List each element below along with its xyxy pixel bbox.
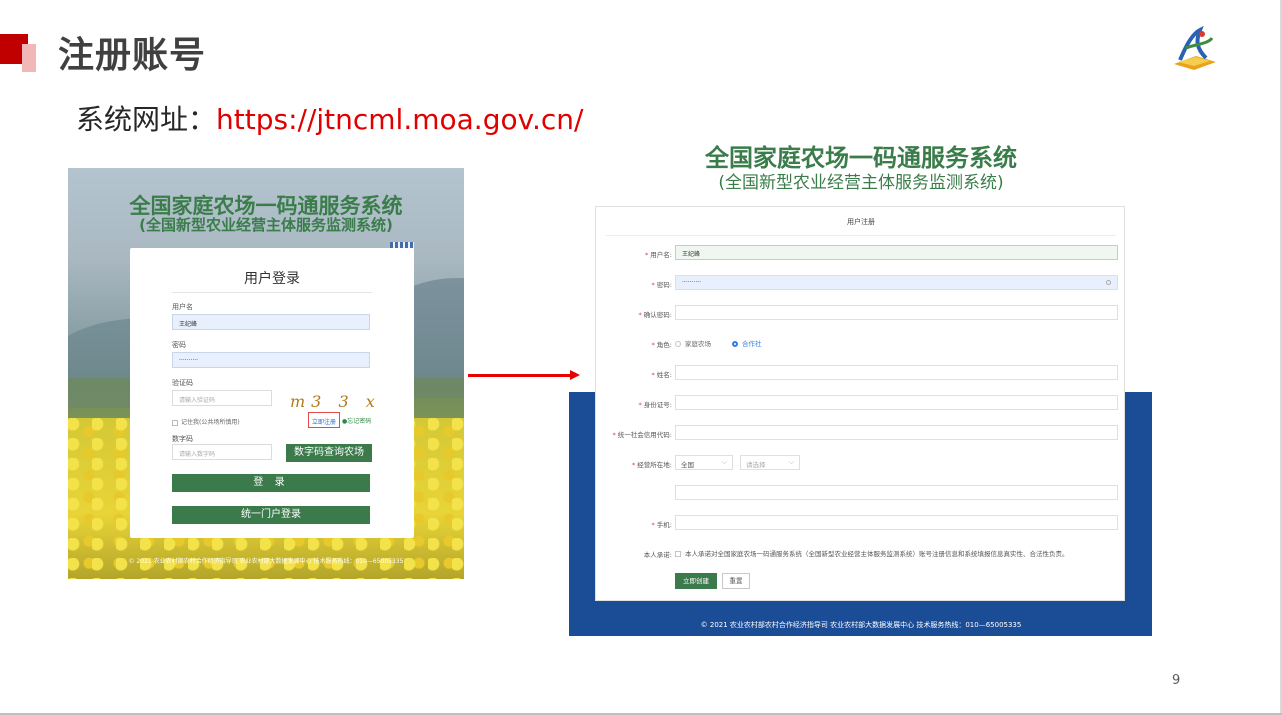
register-footer: © 2021 农业农村部农村合作经济指导司 农业农村部大数据发展中心 技术服务热…	[700, 621, 1022, 629]
location-country-select[interactable]: 全国 ⌵	[675, 455, 733, 470]
login-card-title: 用户登录	[244, 271, 300, 287]
radio-selected-icon	[732, 341, 738, 347]
captcha-label: 验证码	[172, 379, 193, 387]
register-system-subtitle: (全国新型农业经营主体服务监测系统)	[718, 173, 1004, 193]
location-region-select[interactable]: 请选择 ⌵	[740, 455, 800, 470]
register-card: 用户注册 * 用户名: 王纪峰 * 密码: ·········· * 确认密码: * 角…	[595, 206, 1125, 601]
register-card-divider	[606, 235, 1116, 236]
role-radio-cooperative[interactable]: 合作社	[732, 338, 762, 348]
remember-me-checkbox[interactable]: 记住我(公共场所慎用)	[172, 417, 240, 426]
captcha-image[interactable]: m3 3 x	[290, 392, 381, 411]
checkbox-icon	[172, 419, 178, 426]
reg-confirm-input[interactable]	[675, 305, 1118, 320]
reg-phone-label: * 手机:	[651, 521, 672, 529]
title-accent-shadow	[22, 44, 36, 72]
digit-code-input[interactable]: 请输入数字码	[172, 444, 272, 460]
arrow-head-icon	[570, 370, 580, 380]
system-url-line: 系统网址：https://jtncml.moa.gov.cn/	[76, 98, 583, 138]
reg-role-label: * 角色:	[651, 341, 672, 349]
username-input[interactable]: 王纪峰	[172, 314, 370, 330]
reg-username-input[interactable]: 王纪峰	[675, 245, 1118, 260]
reg-location-label: * 经营所在地:	[632, 461, 672, 469]
username-label: 用户名	[172, 303, 193, 311]
right-arrow-icon	[468, 374, 572, 377]
password-input[interactable]: ··········	[172, 352, 370, 368]
login-card-divider	[172, 292, 372, 293]
forgot-password-link[interactable]: ●忘记密码	[342, 416, 371, 425]
reg-id-label: * 身份证号:	[638, 401, 672, 409]
remember-me-label: 记住我(公共场所慎用)	[181, 419, 240, 426]
chevron-down-icon: ⌵	[721, 458, 727, 466]
reg-password-input[interactable]: ··········	[675, 275, 1118, 290]
system-url[interactable]: https://jtncml.moa.gov.cn/	[216, 103, 583, 136]
reg-address-input[interactable]	[675, 485, 1118, 500]
reg-password-label: * 密码:	[651, 281, 672, 289]
reg-credit-code-label: * 统一社会信用代码:	[612, 431, 672, 439]
login-screenshot: 全国家庭农场一码通服务系统 (全国新型农业经营主体服务监测系统) 用户登录 用户…	[68, 168, 464, 579]
register-link[interactable]: 立即注册	[308, 412, 340, 428]
reg-commit-label: 本人承诺:	[643, 551, 672, 559]
reg-username-label: * 用户名:	[645, 251, 672, 259]
register-card-title: 用户注册	[847, 218, 875, 226]
login-footer: © 2021 农业农村部农村合作经济指导司 农业农村部大数据发展中心 技术服务热…	[128, 558, 404, 565]
portal-login-button[interactable]: 统一门户登录	[172, 506, 370, 524]
digit-code-label: 数字码	[172, 435, 193, 443]
login-system-subtitle: (全国新型农业经营主体服务监测系统)	[139, 216, 393, 234]
ministry-logo-icon	[1174, 26, 1216, 70]
captcha-input[interactable]: 请输入验证码	[172, 390, 272, 406]
page-number: 9	[1172, 673, 1181, 688]
reg-confirm-label: * 确认密码:	[638, 311, 672, 319]
url-label: 系统网址：	[76, 103, 217, 136]
radio-icon	[675, 341, 681, 347]
commit-checkbox[interactable]: 本人承诺对全国家庭农场一码通服务系统（全国新型农业经营主体服务监测系统）账号注册…	[675, 548, 1069, 558]
slide-title: 注册账号	[58, 35, 207, 76]
reg-name-input[interactable]	[675, 365, 1118, 380]
reset-button[interactable]: 重置	[722, 573, 750, 589]
reg-credit-code-input[interactable]	[675, 425, 1118, 440]
reg-name-label: * 姓名:	[651, 371, 672, 379]
password-label: 密码	[172, 341, 186, 349]
role-radio-family-farm[interactable]: 家庭农场	[675, 338, 711, 348]
checkbox-icon	[675, 551, 681, 557]
eye-icon[interactable]	[1106, 280, 1111, 285]
chevron-down-icon: ⌵	[788, 458, 794, 466]
reg-id-input[interactable]	[675, 395, 1118, 410]
login-button[interactable]: 登 录	[172, 474, 370, 492]
create-account-button[interactable]: 立即创建	[675, 573, 717, 589]
reg-phone-input[interactable]	[675, 515, 1118, 530]
digit-code-query-button[interactable]: 数字码查询农场	[286, 444, 372, 462]
